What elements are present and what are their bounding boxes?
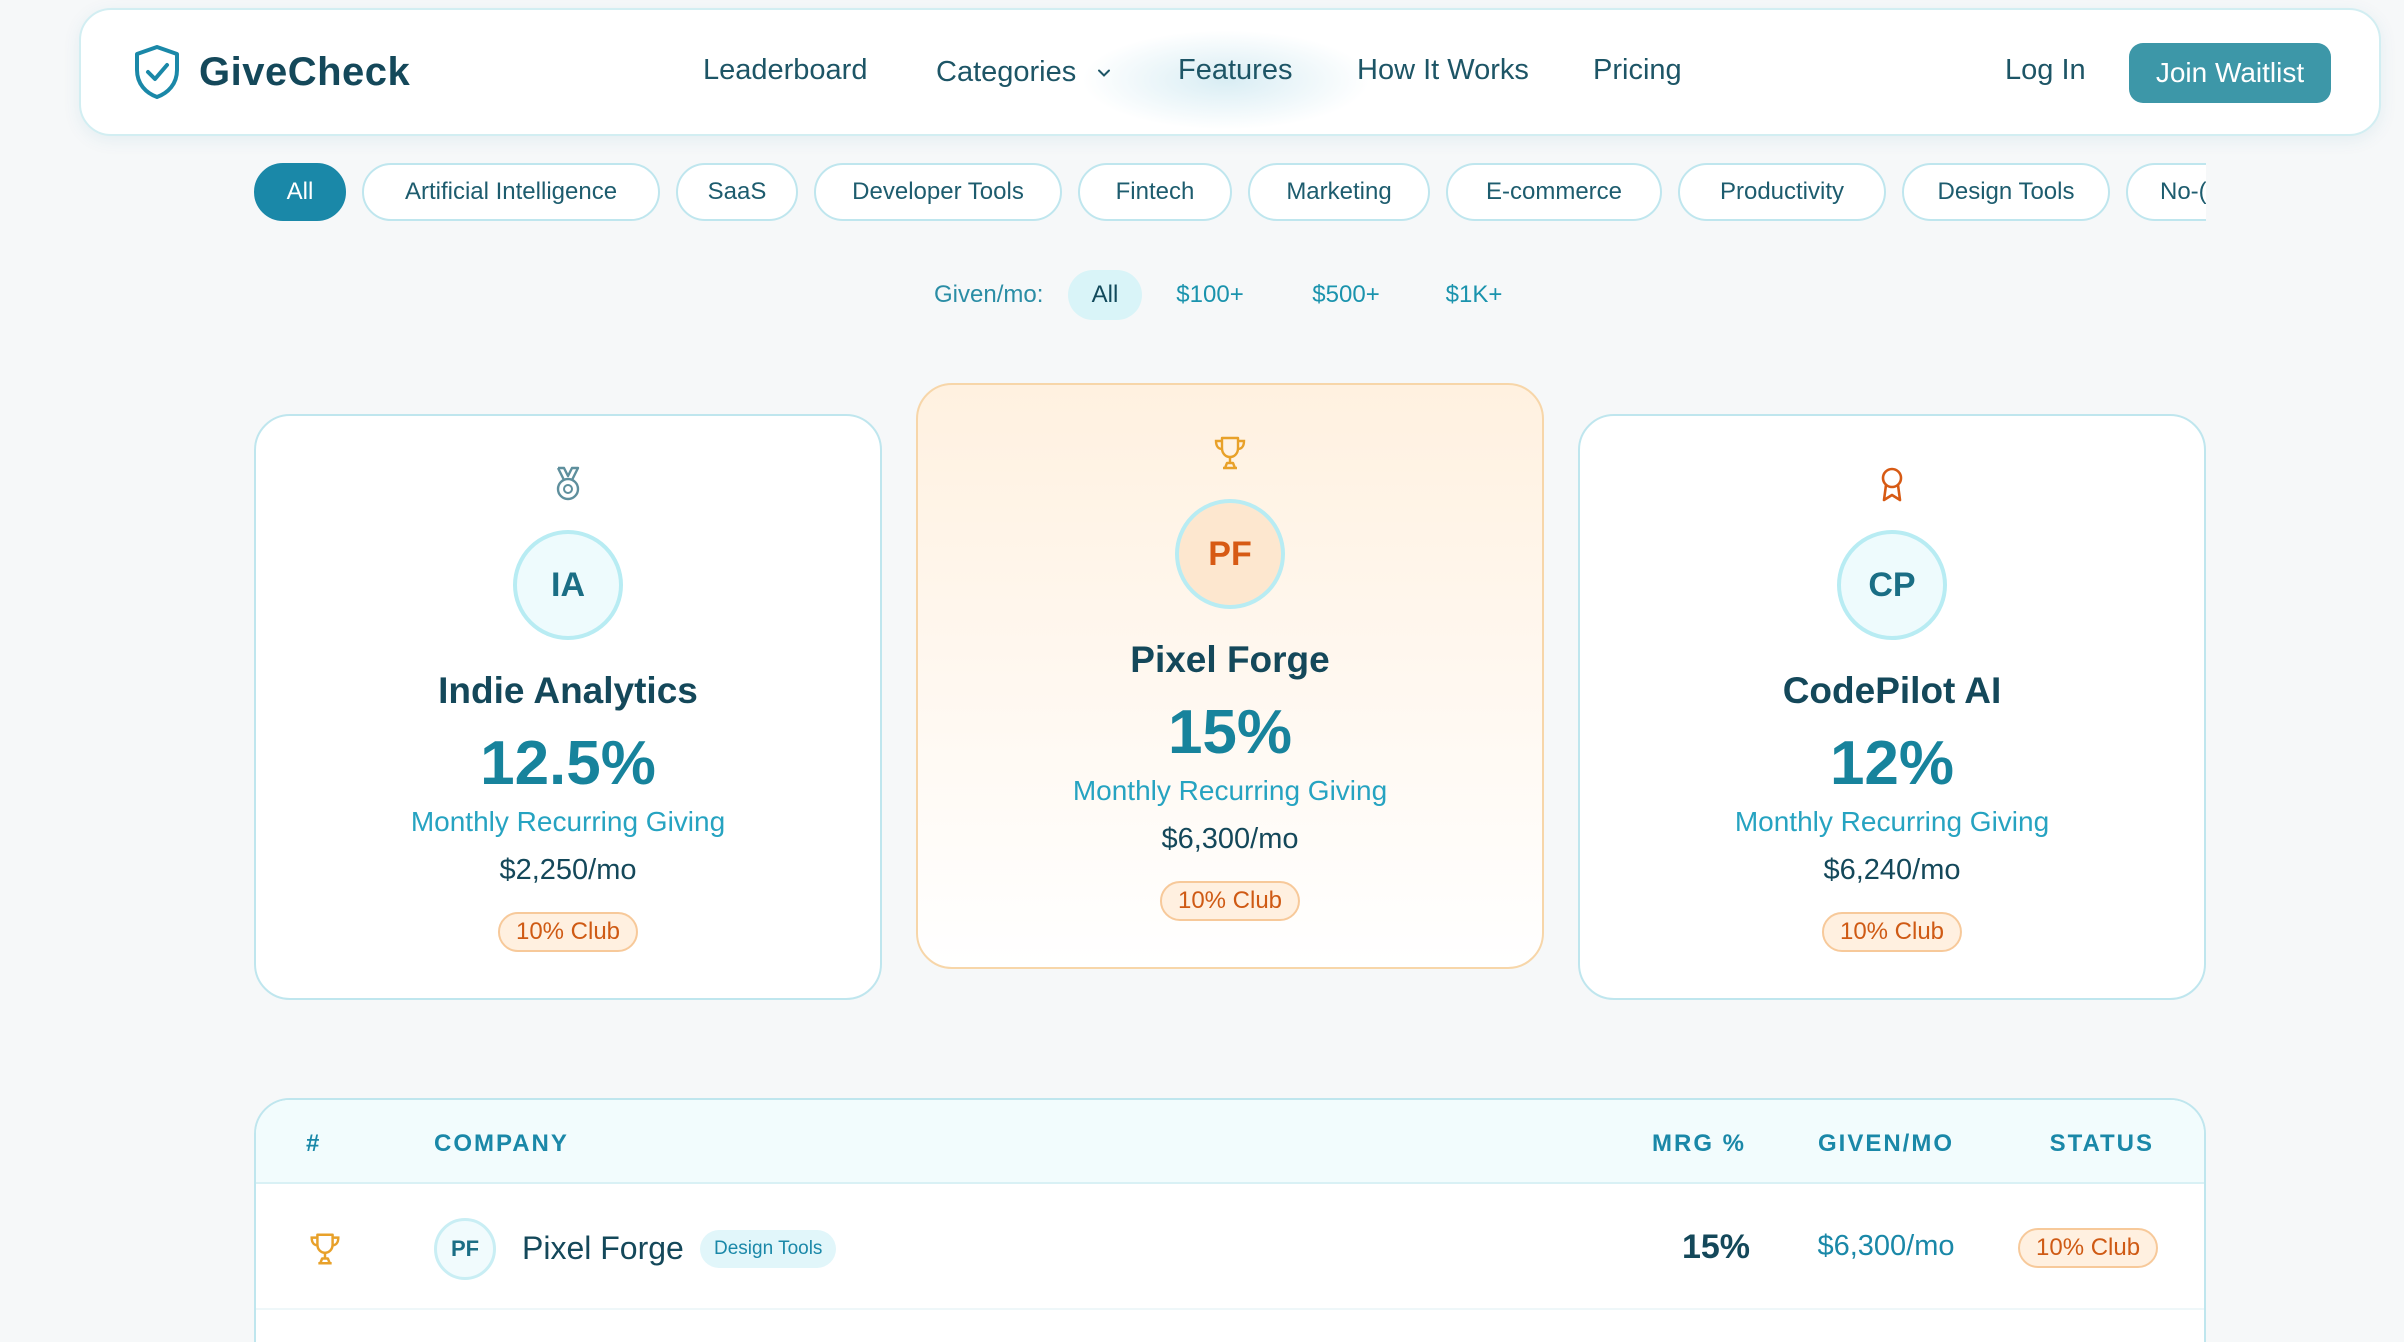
metric-label: Monthly Recurring Giving xyxy=(1734,806,2050,837)
category-chip-all[interactable]: All xyxy=(254,163,346,221)
trophy-icon xyxy=(310,1233,340,1265)
top-navbar: GiveCheck Leaderboard Categories Feature… xyxy=(79,8,2381,136)
podium-card-second[interactable]: IA Indie Analytics 12.5% Monthly Recurri… xyxy=(254,414,882,1000)
column-header-mrg: MRG % xyxy=(1652,1130,1746,1157)
given-amount: $6,300/mo xyxy=(1817,1230,1955,1262)
award-ribbon-icon xyxy=(1881,467,1903,502)
club-badge: 10% Club xyxy=(1821,912,1963,952)
giving-percentage: 15% xyxy=(1167,698,1293,767)
podium-card-third[interactable]: CP CodePilot AI 12% Monthly Recurring Gi… xyxy=(1578,414,2206,1000)
given-filter-label: Given/mo: xyxy=(934,281,1044,308)
category-chip-no-code[interactable]: No-( xyxy=(2126,163,2206,221)
status-badge: 10% Club xyxy=(2018,1228,2159,1268)
metric-label: Monthly Recurring Giving xyxy=(410,806,726,837)
nav-link-pricing[interactable]: Pricing xyxy=(1593,54,1682,87)
company-avatar: CP xyxy=(1837,530,1947,640)
category-tag: Design Tools xyxy=(700,1230,837,1268)
category-chip-fintech[interactable]: Fintech xyxy=(1078,163,1232,221)
company-name: Pixel Forge xyxy=(1130,639,1330,680)
podium-card-first[interactable]: PF Pixel Forge 15% Monthly Recurring Giv… xyxy=(916,383,1544,969)
chevron-down-icon xyxy=(1098,69,1111,78)
table-row[interactable]: PF Pixel Forge Design Tools 15% $6,300/m… xyxy=(256,1186,2204,1310)
brand-logo[interactable]: GiveCheck xyxy=(133,44,410,100)
shield-check-icon xyxy=(135,45,179,99)
category-filter-bar: All Artificial Intelligence SaaS Develop… xyxy=(254,163,2206,223)
nav-link-leaderboard[interactable]: Leaderboard xyxy=(703,54,867,87)
column-header-status: STATUS xyxy=(2049,1130,2154,1157)
trophy-icon xyxy=(1214,436,1246,470)
leaderboard-table: # COMPANY MRG % GIVEN/MO STATUS PF Pixel… xyxy=(254,1098,2206,1342)
given-option-100[interactable]: $100+ xyxy=(1168,270,1252,320)
giving-percentage: 12% xyxy=(1829,729,1955,798)
category-chip-marketing[interactable]: Marketing xyxy=(1248,163,1430,221)
nav-link-features[interactable]: Features xyxy=(1178,54,1292,87)
giving-percentage: 12.5% xyxy=(480,729,656,798)
nav-link-categories-label: Categories xyxy=(936,56,1077,88)
given-option-500[interactable]: $500+ xyxy=(1304,270,1388,320)
login-link[interactable]: Log In xyxy=(2005,54,2086,87)
nav-link-categories[interactable]: Categories xyxy=(936,56,1112,89)
company-avatar: PF xyxy=(1175,499,1285,609)
category-chip-ai[interactable]: Artificial Intelligence xyxy=(362,163,660,221)
brand-name: GiveCheck xyxy=(199,49,411,94)
monthly-amount: $6,240/mo xyxy=(1823,854,1961,886)
nav-link-how-it-works[interactable]: How It Works xyxy=(1357,54,1529,87)
club-badge: 10% Club xyxy=(497,912,639,952)
company-avatar: PF xyxy=(434,1218,496,1280)
medal-icon xyxy=(556,466,580,501)
monthly-amount: $6,300/mo xyxy=(1161,823,1299,855)
join-waitlist-button[interactable]: Join Waitlist xyxy=(2129,43,2331,103)
category-chip-ecommerce[interactable]: E-commerce xyxy=(1446,163,1662,221)
company-avatar: IA xyxy=(513,530,623,640)
given-option-1k[interactable]: $1K+ xyxy=(1442,270,1506,320)
column-header-company: COMPANY xyxy=(434,1130,569,1157)
mrg-percentage: 15% xyxy=(1681,1228,1750,1266)
table-header: # COMPANY MRG % GIVEN/MO STATUS xyxy=(256,1100,2204,1184)
given-option-all[interactable]: All xyxy=(1068,270,1142,320)
monthly-amount: $2,250/mo xyxy=(499,854,637,886)
category-chip-saas[interactable]: SaaS xyxy=(676,163,798,221)
company-name: Indie Analytics xyxy=(438,670,698,711)
company-name[interactable]: Pixel Forge xyxy=(522,1230,684,1267)
column-header-rank: # xyxy=(306,1130,322,1157)
category-chip-productivity[interactable]: Productivity xyxy=(1678,163,1886,221)
company-name: CodePilot AI xyxy=(1782,670,2002,711)
category-chip-developer-tools[interactable]: Developer Tools xyxy=(814,163,1062,221)
category-chip-design-tools[interactable]: Design Tools xyxy=(1902,163,2110,221)
metric-label: Monthly Recurring Giving xyxy=(1072,775,1388,806)
club-badge: 10% Club xyxy=(1159,881,1301,921)
